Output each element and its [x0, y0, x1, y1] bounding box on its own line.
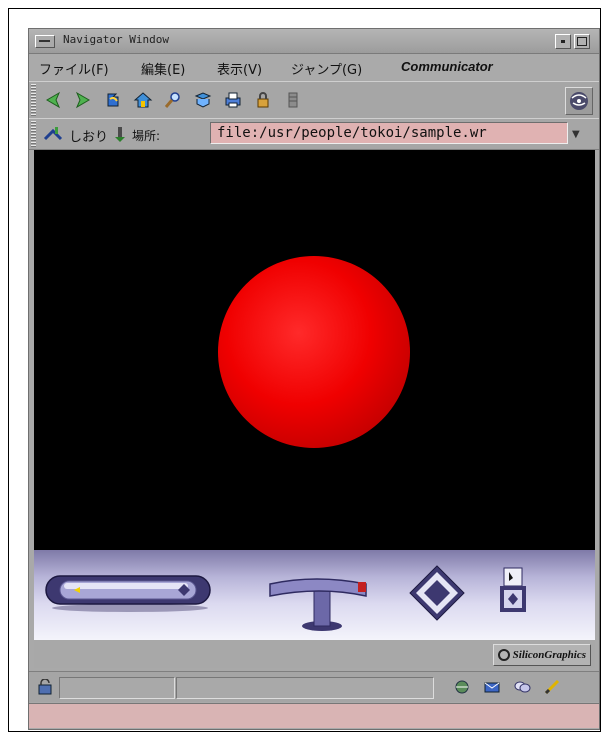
silicongraphics-logo-text: SiliconGraphics — [512, 649, 586, 661]
navigation-toolbar — [29, 81, 599, 119]
status-progress-field — [59, 677, 175, 699]
minimize-button[interactable] — [555, 34, 571, 49]
silicongraphics-logo[interactable]: SiliconGraphics — [492, 644, 591, 666]
maximize-button[interactable] — [574, 34, 590, 49]
status-message-field — [176, 677, 434, 699]
menu-bar: ファイル(F) 編集(E) 表示(V) ジャンプ(G) Communicator — [29, 54, 599, 80]
menu-file[interactable]: ファイル(F) — [39, 59, 109, 78]
title-bar[interactable]: Navigator Window — [29, 29, 599, 54]
print-icon[interactable] — [223, 90, 243, 110]
vrml-scene-viewport[interactable] — [34, 150, 595, 550]
back-icon[interactable] — [43, 90, 63, 110]
toolbar-grip[interactable] — [31, 121, 36, 147]
netscape-logo-icon — [570, 92, 588, 110]
navigator-window: Navigator Window ファイル(F) 編集(E) 表示(V) ジャン… — [28, 28, 600, 730]
stop-icon[interactable] — [283, 90, 303, 110]
window-menu-button[interactable] — [35, 35, 55, 48]
zoom-dolly-control[interactable] — [44, 572, 212, 612]
bottom-status-strip — [29, 703, 599, 728]
bookmarks-button[interactable]: しおり — [69, 126, 108, 145]
location-icon[interactable] — [113, 125, 127, 143]
mail-icon[interactable] — [483, 678, 501, 696]
security-lock-icon[interactable] — [37, 679, 53, 695]
vrml-control-panel — [34, 550, 595, 640]
component-bar-navigator-icon[interactable] — [453, 678, 471, 696]
guide-icon[interactable] — [193, 90, 213, 110]
home-icon[interactable] — [133, 90, 153, 110]
red-sphere[interactable] — [218, 256, 410, 448]
chevron-down-icon[interactable]: ▼ — [572, 129, 580, 140]
location-toolbar: しおり 場所: file:/usr/people/tokoi/sample.wr… — [29, 118, 599, 150]
location-label: 場所: — [132, 129, 161, 143]
toolbar-grip[interactable] — [31, 84, 36, 116]
window-title: Navigator Window — [63, 33, 169, 46]
composer-icon[interactable] — [543, 678, 561, 696]
pan-tilt-control[interactable] — [264, 568, 374, 632]
menu-edit[interactable]: 編集(E) — [141, 59, 185, 78]
forward-icon[interactable] — [73, 90, 93, 110]
branding-bar: SiliconGraphics — [34, 640, 595, 668]
bookmarks-icon[interactable] — [43, 125, 63, 143]
menu-view[interactable]: 表示(V) — [217, 59, 262, 78]
netscape-logo-button[interactable] — [565, 87, 593, 115]
reload-icon[interactable] — [103, 90, 123, 110]
viewpoint-control[interactable] — [494, 564, 534, 622]
rotate-diamond-control[interactable] — [408, 564, 466, 622]
silicongraphics-logo-icon — [497, 649, 510, 661]
status-bar — [29, 671, 599, 702]
menu-go[interactable]: ジャンプ(G) — [291, 59, 362, 78]
search-icon[interactable] — [163, 90, 183, 110]
security-icon[interactable] — [253, 90, 273, 110]
menu-communicator[interactable]: Communicator — [401, 59, 493, 74]
url-input[interactable]: file:/usr/people/tokoi/sample.wr — [210, 122, 568, 144]
discussion-icon[interactable] — [513, 678, 531, 696]
